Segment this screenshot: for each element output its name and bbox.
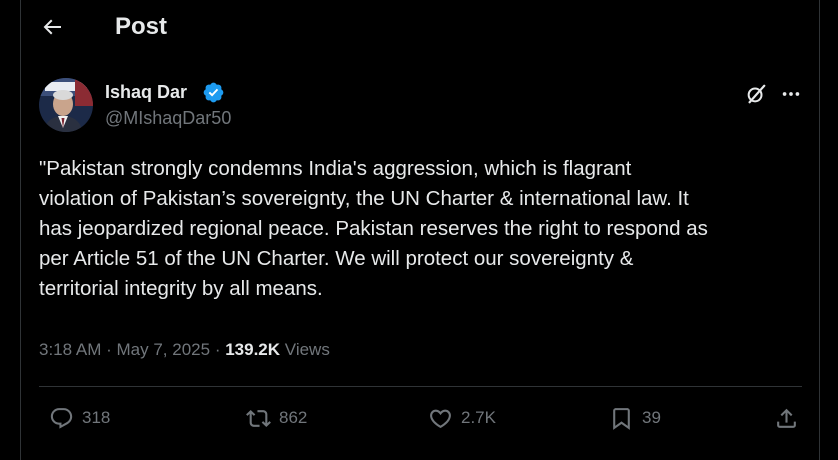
repost-icon [246, 409, 271, 427]
grok-icon [747, 84, 766, 104]
post-header: Post [21, 0, 819, 53]
views-label: Views [284, 340, 330, 359]
bookmark-icon [613, 407, 630, 430]
heart-icon [430, 409, 451, 428]
share-icon [777, 408, 796, 428]
grok-button[interactable] [742, 80, 770, 108]
more-options-button[interactable] [777, 80, 805, 108]
post-column: Post Ishaq Dar @MIshaqDar50 "Pakistan st… [20, 0, 820, 460]
arrow-left-icon [43, 19, 61, 35]
avatar-photo [39, 78, 93, 132]
post-date[interactable]: May 7, 2025 [117, 340, 211, 359]
post-text: "Pakistan strongly condemns India's aggr… [39, 157, 708, 300]
author-handle[interactable]: @MIshaqDar50 [105, 108, 231, 129]
divider [39, 386, 802, 387]
meta-separator: · [214, 340, 221, 359]
author-name[interactable]: Ishaq Dar [105, 82, 187, 103]
repost-button[interactable]: 862 [246, 388, 307, 448]
views-count: 139.2K [225, 340, 281, 359]
reply-count: 318 [82, 408, 111, 427]
more-horizontal-icon [782, 92, 800, 96]
page-title: Post [115, 13, 168, 40]
post-time[interactable]: 3:18 AM [39, 340, 101, 359]
action-bar: 318 862 2.7K 39 [39, 388, 802, 448]
like-button[interactable]: 2.7K [428, 388, 496, 448]
verified-badge-icon [203, 82, 224, 103]
post-meta: 3:18 AM · May 7, 2025 · 139.2K Views [39, 340, 330, 360]
share-button[interactable] [774, 388, 799, 448]
reply-button[interactable]: 318 [49, 388, 110, 448]
meta-separator: · [106, 340, 112, 359]
back-button[interactable] [35, 10, 69, 44]
avatar[interactable] [39, 78, 93, 132]
bookmark-count: 39 [642, 408, 661, 427]
like-count: 2.7K [461, 408, 496, 427]
reply-icon [50, 407, 73, 429]
bookmark-button[interactable]: 39 [609, 388, 661, 448]
repost-count: 862 [279, 408, 308, 427]
